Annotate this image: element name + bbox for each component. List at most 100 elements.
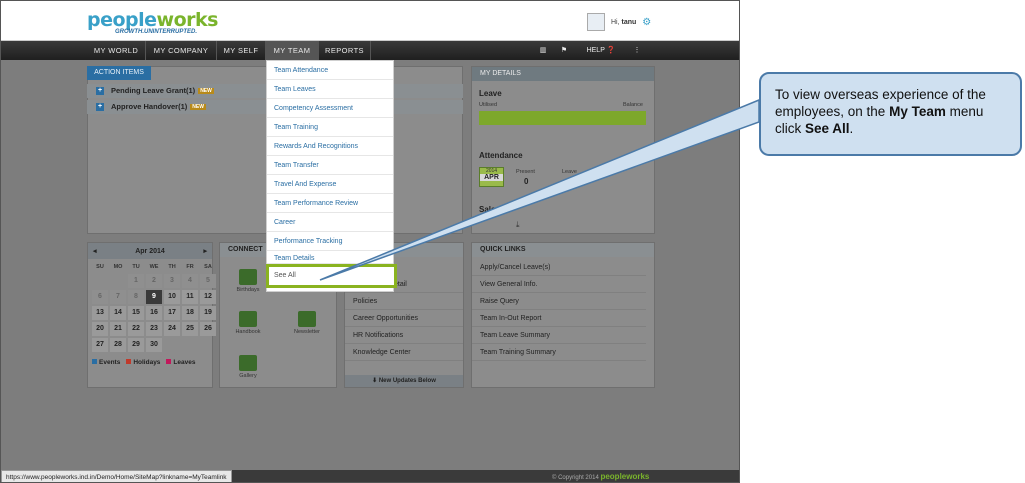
calendar-day[interactable]: 29 bbox=[128, 338, 144, 352]
action-items-tab[interactable]: ACTION ITEMS bbox=[87, 66, 151, 80]
calendar-day[interactable]: 2 bbox=[146, 274, 162, 288]
flag-icon[interactable]: ⚑ bbox=[556, 41, 572, 60]
calendar-day[interactable]: 7 bbox=[110, 290, 126, 304]
callout-bold-1: My Team bbox=[889, 104, 946, 119]
legend-events-label: Events bbox=[99, 359, 121, 366]
calendar-day[interactable]: 11 bbox=[182, 290, 198, 304]
status-bar: https://www.peopleworks.ind.in/Demo/Home… bbox=[1, 470, 739, 482]
help-button[interactable]: HELP ❓ bbox=[581, 41, 621, 60]
calendar-widget: ◂ Apr 2014 ▸ SU MO TU WE TH FR SA 1 2 3 … bbox=[87, 242, 216, 388]
calendar-day[interactable]: 22 bbox=[128, 322, 144, 336]
nav-my-self[interactable]: MY SELF bbox=[217, 41, 266, 60]
calendar-day[interactable]: 19 bbox=[200, 306, 216, 320]
leave-count-label: Leave bbox=[562, 169, 577, 175]
calendar-day[interactable]: 28 bbox=[110, 338, 126, 352]
menu-item-team-transfer[interactable]: Team Transfer bbox=[267, 156, 393, 175]
quick-link-team-training-summary[interactable]: Team Training Summary bbox=[472, 344, 646, 361]
app-window: peopleworks GROWTH.UNINTERRUPTED. Hi, ta… bbox=[0, 0, 740, 483]
info-link-policies[interactable]: Policies bbox=[345, 293, 463, 310]
calendar-day[interactable]: 16 bbox=[146, 306, 162, 320]
calendar-day-today[interactable]: 9 bbox=[146, 290, 162, 304]
legend-swatch bbox=[92, 359, 97, 364]
calendar-day[interactable]: 3 bbox=[164, 274, 180, 288]
legend-holidays-label: Holidays bbox=[133, 359, 161, 366]
calendar-day[interactable]: 18 bbox=[182, 306, 198, 320]
calendar-day[interactable]: 6 bbox=[92, 290, 108, 304]
quick-link-team-in-out-report[interactable]: Team In-Out Report bbox=[472, 310, 646, 327]
calendar-day[interactable]: 1 bbox=[128, 274, 144, 288]
info-link-career[interactable]: Career Opportunities bbox=[345, 310, 463, 327]
quick-link-view-general-info[interactable]: View General Info. bbox=[472, 276, 646, 293]
menu-item-see-all[interactable]: See All bbox=[266, 264, 397, 288]
arrow-down-icon: ⬇ bbox=[372, 378, 378, 384]
calendar-day[interactable]: 15 bbox=[128, 306, 144, 320]
calendar-day[interactable]: 30 bbox=[146, 338, 162, 352]
nav-my-team[interactable]: MY TEAM bbox=[266, 41, 319, 60]
quick-link-team-leave-summary[interactable]: Team Leave Summary bbox=[472, 327, 646, 344]
plus-icon[interactable]: + bbox=[96, 103, 104, 111]
present-value: 0 bbox=[524, 177, 529, 186]
menu-item-rewards-recognitions[interactable]: Rewards And Recognitions bbox=[267, 137, 393, 156]
calendar-day[interactable]: 21 bbox=[110, 322, 126, 336]
calendar-day[interactable]: 26 bbox=[200, 322, 216, 336]
birthdays-tile[interactable]: Birthdays bbox=[228, 269, 268, 293]
calendar-next-button[interactable]: ▸ bbox=[203, 247, 207, 255]
menu-item-career[interactable]: Career bbox=[267, 213, 393, 232]
menu-item-competency-assessment[interactable]: Competency Assessment bbox=[267, 99, 393, 118]
quick-link-apply-cancel-leave[interactable]: Apply/Cancel Leave(s) bbox=[472, 259, 646, 276]
nav-reports[interactable]: REPORTS bbox=[319, 41, 371, 60]
new-badge: NEW bbox=[190, 104, 206, 111]
calendar-day[interactable]: 23 bbox=[146, 322, 162, 336]
brand-logo[interactable]: peopleworks GROWTH.UNINTERRUPTED. bbox=[87, 9, 218, 35]
leave-balance-label: Balance bbox=[623, 102, 643, 108]
menu-item-team-details[interactable]: Team Details bbox=[267, 251, 393, 264]
my-details-title: MY DETAILS bbox=[472, 67, 654, 81]
calendar-day[interactable]: 10 bbox=[164, 290, 180, 304]
info-link-knowledge-center[interactable]: Knowledge Center bbox=[345, 344, 463, 361]
calendar-dow: TU bbox=[132, 264, 140, 270]
calendar-prev-button[interactable]: ◂ bbox=[93, 247, 97, 255]
gallery-icon bbox=[239, 355, 257, 371]
calendar-day[interactable]: 12 bbox=[200, 290, 216, 304]
menu-item-team-performance-review[interactable]: Team Performance Review bbox=[267, 194, 393, 213]
nav-my-world[interactable]: MY WORLD bbox=[87, 41, 146, 60]
action-row-label: Approve Handover(1) bbox=[111, 102, 188, 111]
info-link-hr-notifications[interactable]: HR Notifications bbox=[345, 327, 463, 344]
menu-item-team-training[interactable]: Team Training bbox=[267, 118, 393, 137]
calendar-day[interactable]: 20 bbox=[92, 322, 108, 336]
new-updates-bar[interactable]: ⬇ New Updates Below bbox=[345, 375, 463, 387]
menu-item-team-leaves[interactable]: Team Leaves bbox=[267, 80, 393, 99]
sitemap-icon[interactable]: ⋮ bbox=[629, 41, 645, 60]
newsletter-tile[interactable]: Newsletter bbox=[287, 311, 327, 335]
calendar-day[interactable]: 13 bbox=[92, 306, 108, 320]
nav-my-company[interactable]: MY COMPANY bbox=[146, 41, 217, 60]
calendar-day[interactable]: 4 bbox=[182, 274, 198, 288]
calendar-day bbox=[110, 274, 126, 288]
calendar-day[interactable]: 17 bbox=[164, 306, 180, 320]
calendar-month-title: Apr 2014 bbox=[135, 247, 165, 255]
plus-icon[interactable]: + bbox=[96, 87, 104, 95]
gear-icon[interactable]: ⚙ bbox=[642, 17, 651, 28]
leave-count-value: 0 bbox=[567, 177, 572, 186]
download-icon[interactable]: ⤓ bbox=[516, 220, 520, 230]
avatar[interactable] bbox=[587, 13, 605, 31]
legend-leaves: Leaves bbox=[166, 359, 195, 366]
menu-item-travel-expense[interactable]: Travel And Expense bbox=[267, 175, 393, 194]
calendar-day[interactable]: 5 bbox=[200, 274, 216, 288]
calendar-day[interactable]: 14 bbox=[110, 306, 126, 320]
handbook-tile[interactable]: Handbook bbox=[228, 311, 268, 335]
user-name: tanu bbox=[621, 18, 637, 26]
book-icon[interactable]: ▥ bbox=[535, 41, 551, 60]
calendar-day[interactable]: 24 bbox=[164, 322, 180, 336]
calendar-day[interactable]: 8 bbox=[128, 290, 144, 304]
gallery-label: Gallery bbox=[239, 373, 257, 379]
quick-link-raise-query[interactable]: Raise Query bbox=[472, 293, 646, 310]
menu-item-performance-tracking[interactable]: Performance Tracking bbox=[267, 232, 393, 251]
calendar-day[interactable]: 27 bbox=[92, 338, 108, 352]
menu-item-team-attendance[interactable]: Team Attendance bbox=[267, 61, 393, 80]
action-row-label: Pending Leave Grant(1) bbox=[111, 86, 196, 95]
leave-extra-label: Leav bbox=[602, 169, 614, 175]
attendance-title: Attendance bbox=[479, 151, 523, 160]
calendar-day[interactable]: 25 bbox=[182, 322, 198, 336]
gallery-tile[interactable]: Gallery bbox=[228, 355, 268, 379]
